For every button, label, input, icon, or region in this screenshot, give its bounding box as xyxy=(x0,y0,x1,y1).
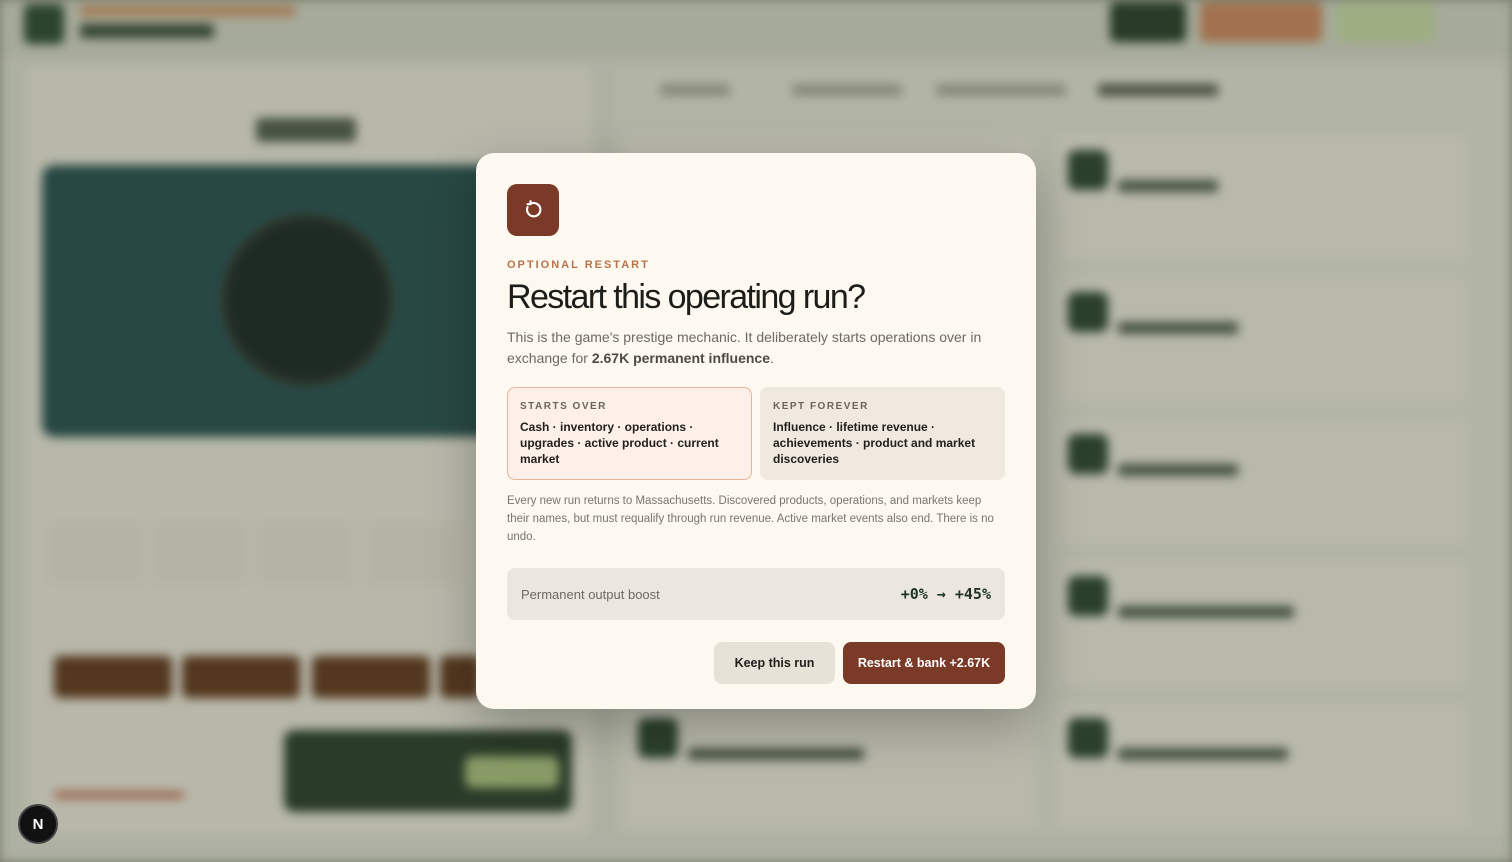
starts-over-box: STARTS OVER Cash · inventory · operation… xyxy=(507,387,752,480)
kept-forever-heading: KEPT FOREVER xyxy=(773,401,869,412)
starts-over-heading: STARTS OVER xyxy=(520,401,607,412)
dialog-title: Restart this operating run? xyxy=(507,278,866,316)
description-end: . xyxy=(770,350,774,366)
reset-summary: STARTS OVER Cash · inventory · operation… xyxy=(507,387,1005,480)
influence-amount: 2.67K permanent influence xyxy=(591,350,771,366)
dialog-eyebrow: OPTIONAL RESTART xyxy=(507,259,650,271)
keep-run-button[interactable]: Keep this run xyxy=(714,642,835,684)
kept-forever-list: Influence · lifetime revenue · achieveme… xyxy=(773,420,976,466)
corner-badge[interactable]: N xyxy=(18,804,58,844)
restart-dialog: OPTIONAL RESTART Restart this operating … xyxy=(476,153,1036,709)
kept-forever-box: KEPT FOREVER Influence · lifetime revenu… xyxy=(760,387,1005,480)
boost-value: +0% → +45% xyxy=(900,585,991,603)
restart-bank-button[interactable]: Restart & bank +2.67K xyxy=(843,642,1005,684)
dialog-description: This is the game's prestige mechanic. It… xyxy=(507,327,1005,369)
restart-icon xyxy=(507,184,559,236)
starts-over-list: Cash · inventory · operations · upgrades… xyxy=(520,420,719,466)
boost-label: Permanent output boost xyxy=(521,586,660,602)
output-boost-row: Permanent output boost +0% → +45% xyxy=(507,568,1005,620)
dialog-note: Every new run returns to Massachusetts. … xyxy=(507,495,994,543)
dialog-actions: Keep this run Restart & bank +2.67K xyxy=(507,642,1005,684)
